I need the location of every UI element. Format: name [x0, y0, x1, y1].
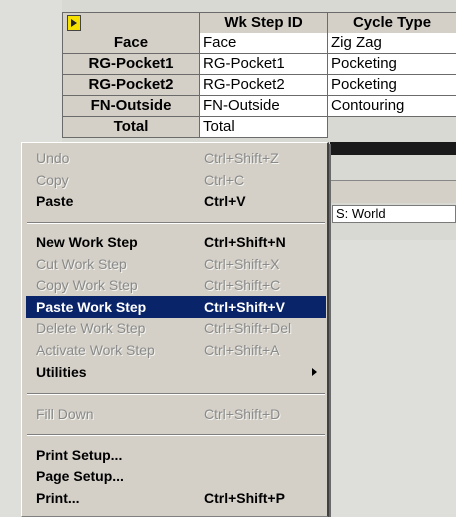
table-row[interactable]: Face Face Zig Zag: [62, 33, 456, 54]
menu-item-label: Page Setup...: [36, 468, 124, 484]
menu-separator: [27, 434, 325, 436]
row-header[interactable]: FN-Outside: [62, 96, 200, 117]
menu-item-label: Copy Work Step: [36, 277, 138, 293]
row-header[interactable]: Face: [62, 33, 200, 54]
menu-item-label: Paste Work Step: [36, 299, 147, 315]
menu-item-shortcut: Ctrl+V: [204, 193, 246, 209]
menu-item-print-setup[interactable]: Print Setup...: [26, 444, 326, 466]
menu-item-label: Cut Work Step: [36, 256, 127, 272]
cycle-type-cell[interactable]: Pocketing: [328, 75, 456, 96]
menu-item-shortcut: Ctrl+Shift+C: [204, 277, 281, 293]
menu-item-utilities[interactable]: Utilities: [26, 361, 326, 383]
table-row-total[interactable]: Total Total: [62, 117, 456, 138]
menu-item-label: Copy: [36, 172, 69, 188]
submenu-arrow-icon: [312, 368, 317, 376]
coordinate-bar: [330, 180, 456, 203]
menu-item-fill-down[interactable]: Fill Down Ctrl+Shift+D: [26, 403, 326, 425]
wk-step-id-cell[interactable]: FN-Outside: [200, 96, 328, 117]
wk-step-id-cell[interactable]: RG-Pocket2: [200, 75, 328, 96]
table-row[interactable]: RG-Pocket2 RG-Pocket2 Pocketing: [62, 75, 456, 96]
menu-separator: [27, 222, 325, 224]
menu-item-shortcut: Ctrl+Shift+V: [204, 299, 285, 315]
cycle-type-cell[interactable]: Contouring: [328, 96, 456, 117]
wk-step-id-cell[interactable]: Total: [200, 117, 328, 138]
menu-item-page-setup[interactable]: Page Setup...: [26, 465, 326, 487]
menu-item-shortcut: Ctrl+Shift+Z: [204, 150, 279, 166]
menu-item-label: Utilities: [36, 364, 87, 380]
menu-item-cut-work-step[interactable]: Cut Work Step Ctrl+Shift+X: [26, 253, 326, 275]
coordinate-system-field[interactable]: S: World: [332, 205, 456, 223]
cycle-type-cell[interactable]: Pocketing: [328, 54, 456, 75]
context-menu: Undo Ctrl+Shift+Z Copy Ctrl+C Paste Ctrl…: [21, 142, 329, 517]
menu-item-undo[interactable]: Undo Ctrl+Shift+Z: [26, 147, 326, 169]
row-header[interactable]: RG-Pocket2: [62, 75, 200, 96]
menu-item-paste-work-step[interactable]: Paste Work Step Ctrl+Shift+V: [26, 296, 326, 318]
menu-item-label: Fill Down: [36, 406, 94, 422]
column-header-cycle-type[interactable]: Cycle Type: [328, 13, 456, 34]
wk-step-id-cell[interactable]: Face: [200, 33, 328, 54]
menu-item-shortcut: Ctrl+Shift+D: [204, 406, 281, 422]
menu-item-paste[interactable]: Paste Ctrl+V: [26, 190, 326, 212]
menu-item-label: Paste: [36, 193, 74, 209]
menu-item-label: New Work Step: [36, 234, 138, 250]
menu-item-label: Delete Work Step: [36, 320, 146, 336]
menu-item-shortcut: Ctrl+Shift+X: [204, 256, 280, 272]
menu-item-new-work-step[interactable]: New Work Step Ctrl+Shift+N: [26, 231, 326, 253]
menu-item-label: Undo: [36, 150, 70, 166]
table-row[interactable]: FN-Outside FN-Outside Contouring: [62, 96, 456, 117]
menu-separator: [27, 393, 325, 395]
menu-item-delete-work-step[interactable]: Delete Work Step Ctrl+Shift+Del: [26, 317, 326, 339]
menu-item-activate-work-step[interactable]: Activate Work Step Ctrl+Shift+A: [26, 339, 326, 361]
wk-step-id-cell[interactable]: RG-Pocket1: [200, 54, 328, 75]
menu-item-shortcut: Ctrl+Shift+Del: [204, 320, 292, 336]
column-header-wk-step-id[interactable]: Wk Step ID: [200, 13, 328, 34]
dark-row-strip: [330, 142, 456, 155]
menu-item-copy[interactable]: Copy Ctrl+C: [26, 169, 326, 191]
select-all-icon: [67, 15, 81, 31]
menu-item-copy-work-step[interactable]: Copy Work Step Ctrl+Shift+C: [26, 274, 326, 296]
menu-item-label: Activate Work Step: [36, 342, 155, 358]
select-all-corner[interactable]: [62, 13, 200, 34]
menu-item-label: Print...: [36, 490, 80, 506]
menu-item-print[interactable]: Print... Ctrl+Shift+P: [26, 487, 326, 509]
grid-header-row: Wk Step ID Cycle Type: [62, 12, 456, 34]
cycle-type-cell[interactable]: Zig Zag: [328, 33, 456, 54]
menu-item-shortcut: Ctrl+C: [204, 172, 245, 188]
menu-item-shortcut: Ctrl+Shift+A: [204, 342, 280, 358]
menu-item-shortcut: Ctrl+Shift+N: [204, 234, 286, 250]
menu-item-shortcut: Ctrl+Shift+P: [204, 490, 285, 506]
row-header[interactable]: Total: [62, 117, 200, 138]
table-row[interactable]: RG-Pocket1 RG-Pocket1 Pocketing: [62, 54, 456, 75]
menu-item-label: Print Setup...: [36, 447, 123, 463]
row-header[interactable]: RG-Pocket1: [62, 54, 200, 75]
